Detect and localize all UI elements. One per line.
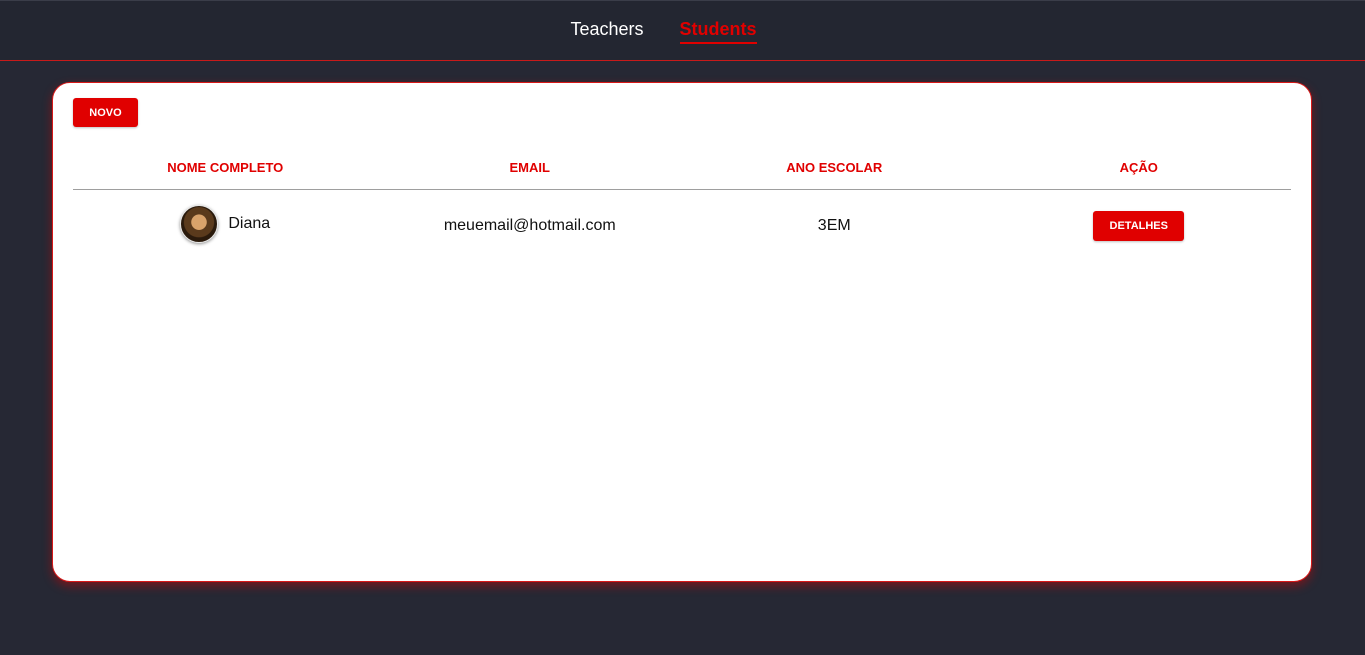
- column-header-year: ANO ESCOLAR: [682, 145, 987, 190]
- students-table: NOME COMPLETO EMAIL ANO ESCOLAR AÇÃO Dia…: [73, 145, 1291, 262]
- avatar: [180, 204, 219, 243]
- student-name: Diana: [228, 214, 271, 232]
- tab-teachers[interactable]: Teachers: [570, 19, 643, 44]
- cell-name: Diana: [73, 190, 378, 263]
- column-header-name: NOME COMPLETO: [73, 145, 378, 190]
- cell-year: 3EM: [817, 217, 851, 234]
- column-header-action: AÇÃO: [986, 145, 1291, 190]
- main-nav: Teachers Students: [0, 19, 1365, 44]
- cell-action: DETALHES: [987, 190, 1292, 263]
- table-row: Diana meuemail@hotmail.com 3EM DETALHES: [73, 190, 1291, 263]
- tab-students[interactable]: Students: [679, 19, 757, 44]
- table-header-row: NOME COMPLETO EMAIL ANO ESCOLAR AÇÃO: [73, 145, 1291, 190]
- column-header-email: EMAIL: [377, 145, 682, 190]
- students-card: NOVO NOME COMPLETO EMAIL ANO ESCOLAR AÇÃ…: [52, 82, 1312, 582]
- student-name-wrapper: Diana: [180, 204, 271, 243]
- details-button[interactable]: DETALHES: [1093, 211, 1185, 241]
- new-student-button[interactable]: NOVO: [73, 98, 138, 127]
- cell-email: meuemail@hotmail.com: [443, 217, 616, 234]
- top-navbar: Teachers Students: [0, 0, 1365, 61]
